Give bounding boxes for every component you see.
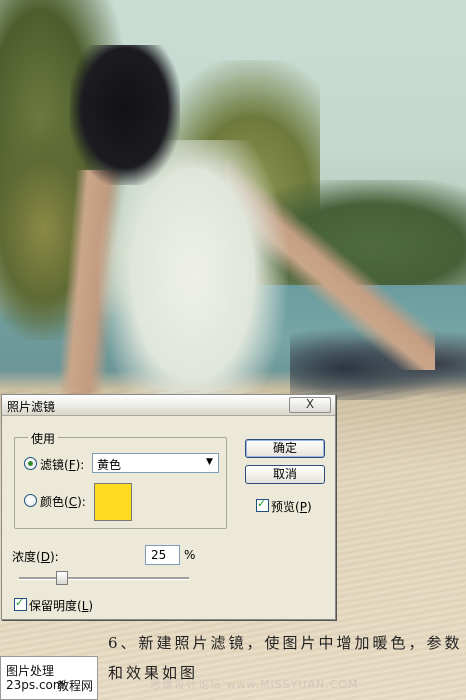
preview-checkbox[interactable] (256, 497, 269, 512)
site-logo: 图片处理 23ps.com 教程网 (0, 656, 98, 700)
density-unit: % (184, 548, 196, 562)
filter-radio-label[interactable]: 滤镜(F): (40, 456, 84, 473)
close-button[interactable]: X (289, 397, 331, 413)
photo-filter-dialog: 照片滤镜 X 使用 滤镜(F): 黄色 ▼ 颜色(C): 确定 取消 预览(P)… (1, 394, 336, 620)
filter-select-value: 黄色 (97, 458, 122, 472)
color-swatch[interactable] (94, 483, 132, 521)
density-slider-track[interactable] (19, 577, 189, 580)
color-radio[interactable] (24, 494, 37, 507)
density-value: 25 (151, 548, 167, 562)
density-label: 浓度(D): (12, 550, 59, 564)
preserve-luminosity-checkbox[interactable] (14, 596, 27, 611)
preview-label[interactable]: 预览(P) (271, 498, 312, 515)
use-group-label: 使用 (28, 430, 59, 447)
preserve-luminosity-label[interactable]: 保留明度(L) (29, 597, 93, 614)
watermark: 思缘设计论坛 www.MISSYUAN.COM (150, 678, 359, 691)
ok-button[interactable]: 确定 (245, 439, 325, 458)
filter-radio[interactable] (24, 457, 37, 470)
density-input[interactable]: 25 (145, 545, 180, 565)
dialog-titlebar[interactable]: 照片滤镜 X (2, 395, 335, 416)
logo-line-1: 图片处理 (6, 664, 55, 678)
filter-select[interactable]: 黄色 ▼ (92, 453, 219, 473)
cancel-button[interactable]: 取消 (245, 465, 325, 484)
density-slider-handle[interactable] (55, 571, 68, 585)
dialog-title: 照片滤镜 (7, 400, 56, 414)
girl-hair (70, 45, 180, 185)
chevron-down-icon[interactable]: ▼ (203, 456, 216, 469)
close-icon: X (305, 397, 315, 411)
color-radio-label[interactable]: 颜色(C): (40, 493, 86, 510)
logo-tutorial: 教程网 (57, 679, 94, 693)
caption-line-1: 6、新建照片滤镜，使图片中增加暖色，参数 (108, 634, 463, 652)
logo-site: 23ps.com (6, 678, 65, 692)
